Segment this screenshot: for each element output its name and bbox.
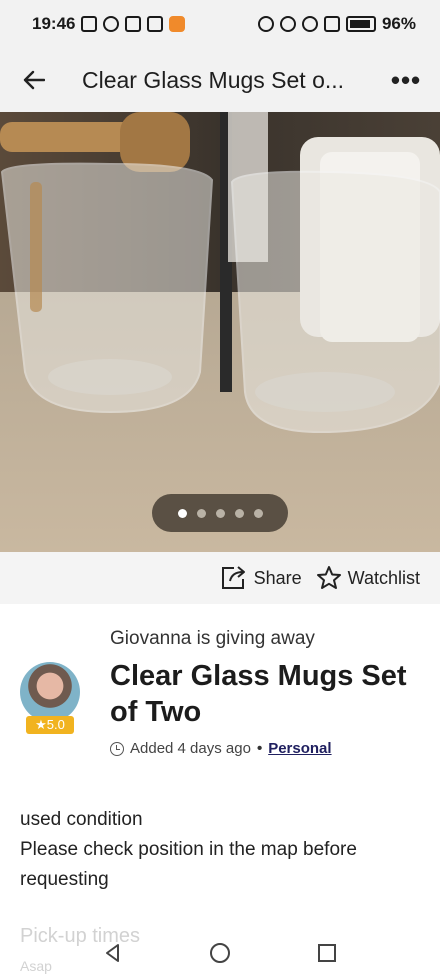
status-left: 19:46	[32, 14, 186, 34]
more-options-button[interactable]: •••	[386, 60, 426, 100]
square-recents-icon	[317, 944, 336, 962]
battery-level: 96%	[381, 14, 416, 33]
listing-title: Clear Glass Mugs Set of Two	[110, 660, 407, 728]
status-time: 19:46	[32, 14, 76, 33]
rating-badge: ★5.0	[26, 716, 74, 734]
circle-home-icon	[209, 943, 230, 963]
category-link[interactable]: Personal	[268, 740, 331, 757]
alarm-icon	[257, 16, 274, 32]
signal-icon	[323, 16, 340, 32]
avatar[interactable]	[20, 662, 80, 722]
nav-home-button[interactable]	[205, 938, 235, 968]
description-line: used condition	[20, 809, 143, 830]
nav-recents-button[interactable]	[312, 938, 342, 968]
listing-photo[interactable]	[0, 112, 440, 552]
bluetooth-icon	[279, 16, 296, 32]
watchlist-button[interactable]: Watchlist	[316, 565, 420, 591]
status-bar: 19:46 96%	[0, 0, 440, 48]
pager-dot[interactable]	[196, 508, 206, 518]
description-line: requesting	[20, 869, 109, 890]
nav-back-button[interactable]	[98, 938, 128, 968]
description-line: Please check position in the map before	[20, 839, 357, 860]
pager-dot[interactable]	[215, 508, 225, 518]
battery-icon	[345, 16, 376, 32]
star-outline-icon	[316, 566, 341, 589]
share-icon	[221, 566, 245, 589]
watchlist-label: Watchlist	[347, 567, 420, 588]
home-app-icon	[125, 16, 142, 32]
listing-description: used condition Please check position in …	[20, 805, 420, 895]
pager-dot[interactable]	[253, 508, 263, 518]
back-button[interactable]	[14, 60, 54, 100]
arrow-left-icon	[23, 70, 45, 90]
pager-dot[interactable]	[234, 508, 244, 518]
whatsapp-icon	[103, 16, 120, 32]
meta-separator: •	[256, 740, 263, 757]
triangle-back-icon	[106, 944, 120, 962]
pager-dot[interactable]	[177, 508, 187, 518]
status-right: 96%	[257, 14, 416, 34]
image-pager[interactable]	[152, 494, 288, 532]
giver-line: Giovanna is giving away	[110, 628, 315, 649]
listing-meta: Added 4 days ago • Personal	[110, 740, 332, 757]
n-app-icon	[81, 16, 98, 32]
clock-icon	[110, 741, 124, 756]
system-nav-bar	[0, 932, 440, 974]
added-time: Added 4 days ago	[130, 740, 251, 757]
share-label: Share	[253, 567, 302, 588]
wifi-icon	[301, 16, 318, 32]
share-button[interactable]: Share	[220, 565, 302, 591]
v-app-icon	[147, 16, 164, 32]
action-bar: Share Watchlist	[0, 552, 440, 604]
app-bar: Clear Glass Mugs Set o... •••	[0, 48, 440, 112]
glass-mugs-photo	[0, 112, 440, 552]
notification-app-icon	[169, 16, 186, 32]
page-title: Clear Glass Mugs Set o...	[82, 66, 345, 93]
